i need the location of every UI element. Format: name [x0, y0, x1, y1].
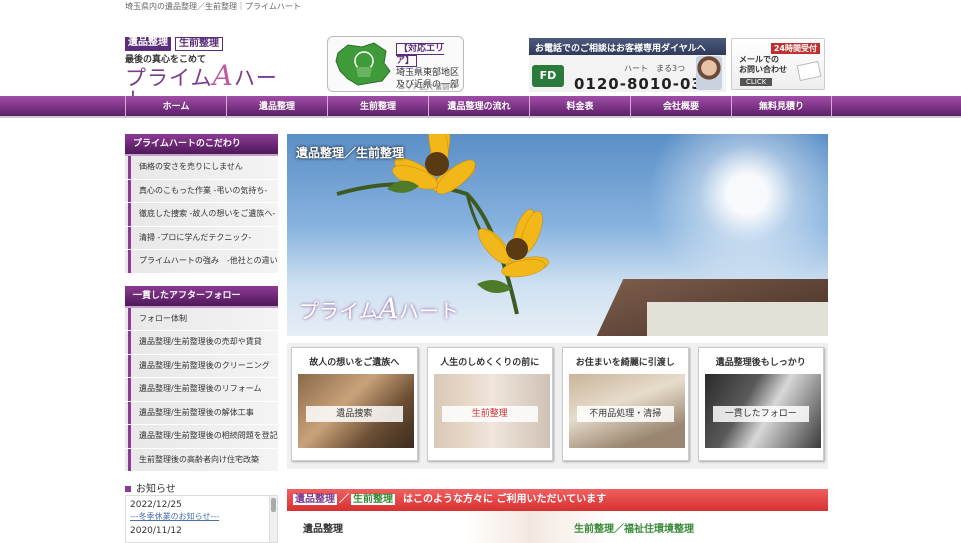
mail-click[interactable]: CLICK — [740, 78, 773, 86]
mail-contact-button[interactable]: 24時間受付 メールでの お問い合わせ CLICK — [731, 38, 825, 90]
sidebar-link[interactable]: 遺品整理/生前整理後の解体工事 — [125, 401, 278, 425]
sidebar-link[interactable]: 遺品整理/生前整理後の売却や賃貸 — [125, 331, 278, 355]
service-card-title: 遺品整理後もしっかり — [715, 358, 806, 368]
square-bullet-icon — [125, 486, 131, 492]
service-area-box: 【対応エリア】 埼玉県東部地区 及び近県の一部 エリア拡大 奮闘中 — [327, 36, 464, 92]
service-card-seizen[interactable]: 人生のしめくくりの前に 生前整理 — [426, 347, 553, 461]
news-list: 2022/12/25 ---冬季休業のお知らせ--- 2020/11/12 — [125, 495, 278, 543]
news-date: 2022/12/25 — [130, 500, 182, 510]
nav-ihin[interactable]: 遺品整理 — [226, 96, 327, 118]
sidebar-link[interactable]: 遺品整理/生前整理後のリフォーム — [125, 378, 278, 402]
logo-brand-a: A — [212, 59, 234, 92]
nav-company[interactable]: 会社概要 — [630, 96, 731, 118]
news-scrollbar[interactable] — [269, 496, 277, 542]
phone-mnemonic: ハート まる3つ — [624, 64, 686, 73]
free-dial-icon: FD — [532, 65, 564, 87]
usage-columns: 遺品整理 生前整理／福祉住環境整理 — [287, 511, 828, 543]
sidebar-link[interactable]: 真心のこもった作業 -弔いの気持ち- — [125, 179, 278, 203]
mail-badge: 24時間受付 — [770, 43, 820, 54]
service-card-label: 生前整理 — [441, 406, 538, 422]
news-link[interactable]: ---冬季休業のお知らせ--- — [126, 511, 277, 522]
banner-tag-seizen: 生前整理 — [351, 494, 395, 505]
banner-sep: ／ — [339, 494, 349, 505]
banner-tag-ihin: 遺品整理 — [293, 494, 337, 505]
mail-line2: お問い合わせ — [739, 65, 787, 74]
sidebar-link[interactable]: 価格の安さを売りにしません — [125, 156, 278, 180]
hero-watermark-pre: プライム — [299, 299, 379, 323]
nav-home[interactable]: ホーム — [125, 96, 226, 118]
news-title: お知らせ — [136, 484, 176, 495]
hero-watermark-a: A — [378, 292, 399, 325]
service-card-ihin-search[interactable]: 故人の想いをご遺族へ 遺品捜索 — [291, 347, 418, 461]
sidebar-link[interactable]: 遺品整理/生前整理後のクリーニング — [125, 354, 278, 378]
phone-header: お電話でのご相談はお客様専用ダイヤルへ — [529, 38, 726, 55]
sidebar-heading-kodawari: プライムハートのこだわり — [125, 134, 278, 156]
logo-tag-ihin: 遺品整理 — [125, 37, 171, 51]
sidebar-link[interactable]: 清掃 -プロに学んだテクニック- — [125, 226, 278, 250]
news-heading: お知らせ — [125, 480, 176, 495]
sidebar-link[interactable]: プライムハートの強み -他社との違い- — [125, 250, 278, 274]
site-logo[interactable]: 遺品整理 生前整理 最後の真心をこめて プライムAハート — [125, 37, 295, 111]
service-card-cleaning[interactable]: お住まいを綺麗に引渡し 不用品処理・清掃 — [562, 347, 689, 461]
service-card-title: 故人の想いをご遺族へ — [309, 358, 400, 368]
logo-slogan: 最後の真心をこめて — [125, 55, 207, 65]
logo-tag-seizen: 生前整理 — [175, 37, 223, 51]
sidebar-link[interactable]: フォロー体制 — [125, 307, 278, 331]
banner-text: はこのような方々に ご利用いただいています — [403, 494, 607, 505]
house-wall — [647, 302, 828, 336]
news-date: 2020/11/12 — [130, 526, 182, 536]
hero-image: 遺品整理／生前整理 プライムAハート — [287, 134, 828, 336]
sidebar-link[interactable]: 生前整理後の高齢者向け住宅改築 — [125, 448, 278, 472]
global-nav: ホーム 遺品整理 生前整理 遺品整理の流れ 料金表 会社概要 無料見積り — [0, 96, 961, 118]
service-cards: 故人の想いをご遺族へ 遺品捜索 人生のしめくくりの前に 生前整理 お住まいを綺麗… — [287, 343, 828, 469]
nav-seizen[interactable]: 生前整理 — [327, 96, 428, 118]
sun-glare — [617, 134, 828, 294]
service-card-label: 不用品処理・清掃 — [577, 406, 674, 422]
mail-line1: メールでの — [739, 55, 779, 64]
logo-brand-pre: プライム — [125, 66, 213, 90]
nav-estimate[interactable]: 無料見積り — [731, 96, 832, 118]
sidebar-link[interactable]: 遺品整理/生前整理後の相続問題を登記 — [125, 425, 278, 449]
phone-banner[interactable]: お電話でのご相談はお客様専用ダイヤルへ FD ハート まる3つ 0120-801… — [529, 38, 726, 93]
nav-price[interactable]: 料金表 — [529, 96, 630, 118]
map-icon — [335, 42, 391, 86]
sidebar: プライムハートのこだわり 価格の安さを売りにしません 真心のこもった作業 -弔い… — [125, 134, 278, 472]
phone-number[interactable]: 0120-8010-03 — [574, 75, 703, 93]
service-card-title: お住まいを綺麗に引渡し — [575, 358, 675, 368]
column-heading-seizen: 生前整理／福祉住環境整理 — [574, 524, 694, 535]
sidebar-link[interactable]: 徹底した捜索 -故人の想いをご遺族へ- — [125, 203, 278, 227]
usage-banner: 遺品整理／生前整理 はこのような方々に ご利用いただいています — [287, 489, 828, 511]
service-card-label: 一貫したフォロー — [712, 406, 809, 422]
column-heading-ihin: 遺品整理 — [303, 524, 343, 535]
service-card-follow[interactable]: 遺品整理後もしっかり 一貫したフォロー — [697, 347, 824, 461]
envelope-icon — [796, 60, 822, 82]
hero-watermark: プライムAハート — [299, 292, 459, 325]
service-card-title: 人生のしめくくりの前に — [440, 358, 540, 368]
area-line1: 埼玉県東部地区 — [396, 68, 460, 78]
sidebar-heading-afterfollow: 一貫したアフターフォロー — [125, 285, 278, 308]
area-note: エリア拡大 奮闘中 — [398, 83, 457, 91]
service-card-label: 遺品捜索 — [306, 406, 403, 422]
hero-caption: 遺品整理／生前整理 — [296, 146, 405, 160]
operator-photo — [696, 56, 722, 90]
nav-flow[interactable]: 遺品整理の流れ — [428, 96, 529, 118]
mail-text: メールでの お問い合わせ — [739, 55, 787, 75]
breadcrumb-title: 埼玉県内の遺品整理／生前整理｜プライムハート — [125, 2, 301, 11]
area-heading: 【対応エリア】 — [396, 43, 445, 67]
hero-watermark-post: ハート — [398, 299, 459, 323]
